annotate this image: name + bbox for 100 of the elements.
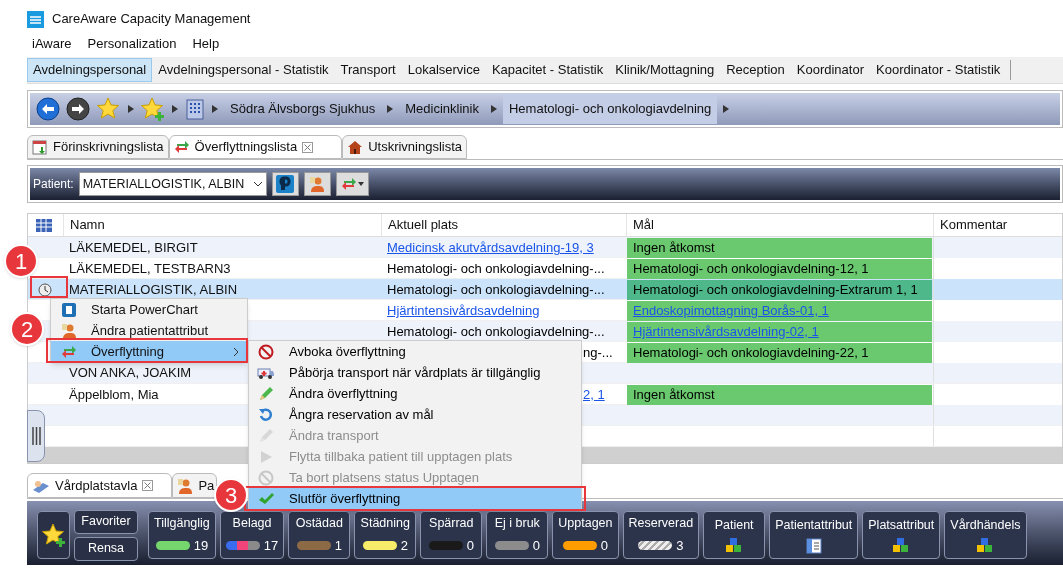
cubes-icon[interactable] bbox=[892, 537, 911, 554]
status-tile[interactable]: Spärrad 0 bbox=[420, 511, 483, 559]
status-pill bbox=[638, 541, 673, 551]
view-tab[interactable]: Överflyttningslista bbox=[168, 135, 343, 159]
close-icon[interactable] bbox=[302, 141, 314, 153]
tile-label: Upptagen bbox=[558, 515, 613, 533]
perspective-tab[interactable]: Kapacitet - Statistik bbox=[485, 58, 610, 82]
pencil-icon bbox=[258, 427, 274, 444]
caret-icon bbox=[490, 105, 497, 113]
cubes-icon[interactable] bbox=[725, 537, 744, 554]
location-text-link[interactable]: Medicinsk akutvårdsavdelning-19, 3 bbox=[387, 238, 594, 258]
star-add-icon[interactable] bbox=[40, 522, 67, 548]
board-button[interactable]: Rensa bbox=[74, 536, 138, 561]
perspective-tab[interactable]: Transport bbox=[334, 58, 402, 82]
status-tile[interactable]: Patientattribut bbox=[769, 511, 859, 559]
status-pill bbox=[225, 541, 260, 551]
comment-cell[interactable] bbox=[933, 237, 1062, 259]
menu-item[interactable]: Help bbox=[192, 34, 220, 54]
menu-item[interactable]: Starta PowerChart bbox=[51, 299, 247, 320]
clock-icon[interactable] bbox=[38, 282, 52, 297]
location-text-link[interactable]: Hjärtintensivårdsavdelning bbox=[387, 301, 540, 321]
comment-cell[interactable] bbox=[933, 300, 1062, 322]
caret-icon bbox=[387, 105, 394, 113]
tile-count: 1 bbox=[334, 537, 342, 556]
column-header[interactable]: Aktuell plats bbox=[381, 214, 626, 236]
app-logo-icon bbox=[27, 10, 44, 28]
forward-icon[interactable] bbox=[66, 97, 90, 121]
status-tile[interactable]: Städning 2 bbox=[354, 511, 417, 559]
arrows-icon bbox=[61, 343, 77, 360]
patient-label: Patient: bbox=[33, 176, 74, 193]
column-header[interactable]: Mål bbox=[626, 214, 933, 236]
play-icon bbox=[258, 448, 274, 465]
comment-cell[interactable] bbox=[933, 342, 1062, 364]
status-tile[interactable]: Platsattribut bbox=[862, 511, 941, 559]
comment-cell[interactable] bbox=[933, 321, 1062, 343]
status-tile[interactable]: Belagd 17 bbox=[219, 511, 285, 559]
menu-item[interactable]: Ändra överflyttning bbox=[249, 383, 581, 404]
breadcrumb-item[interactable]: Södra Älvsborgs Sjukhus bbox=[224, 94, 382, 124]
highlight-frame bbox=[30, 276, 68, 298]
comment-cell[interactable] bbox=[933, 384, 1062, 406]
view-tab[interactable]: Förinskrivningslista bbox=[27, 135, 169, 159]
star-add-icon[interactable] bbox=[140, 96, 166, 122]
comment-cell[interactable] bbox=[933, 405, 1062, 425]
cubes-icon[interactable] bbox=[976, 537, 995, 554]
star-icon[interactable] bbox=[96, 96, 122, 122]
status-tile[interactable]: Ej i bruk 0 bbox=[486, 511, 549, 559]
comment-cell[interactable] bbox=[933, 279, 1062, 301]
p-app-button[interactable] bbox=[271, 172, 299, 196]
close-icon[interactable] bbox=[142, 480, 154, 491]
status-tile[interactable]: Patient bbox=[703, 511, 766, 559]
person-icon bbox=[177, 477, 194, 494]
comment-cell[interactable] bbox=[933, 258, 1062, 280]
location-text: Hematologi- och onkologiavdelning-... bbox=[387, 323, 605, 341]
tile-label: Tillgänglig bbox=[154, 515, 210, 533]
menu-item[interactable]: Ändra patientattribut bbox=[51, 320, 247, 341]
tile-label: Ej i bruk bbox=[494, 515, 540, 533]
perspective-tab[interactable]: Avdelningspersonal - Statistik bbox=[152, 58, 335, 82]
list-icon[interactable] bbox=[805, 537, 822, 554]
location-text-link[interactable]: 2, 1 bbox=[583, 385, 605, 405]
menu-item[interactable]: Slutför överflyttning bbox=[249, 488, 581, 509]
arrows-icon bbox=[173, 139, 190, 155]
perspective-tab[interactable]: Lokalservice bbox=[401, 58, 486, 82]
breadcrumb-item[interactable]: Medicinklinik bbox=[399, 94, 485, 124]
menu-item[interactable]: Överflyttning bbox=[51, 341, 247, 362]
perspective-tab[interactable]: Avdelningspersonal bbox=[27, 58, 153, 82]
menu-item[interactable]: Personalization bbox=[87, 34, 177, 54]
menu-item[interactable]: Påbörja transport när vårdplats är tillgänglig bbox=[249, 362, 581, 383]
breadcrumb-item[interactable]: Hematologi- och onkologiavdelning bbox=[502, 94, 718, 124]
transfer-menu-button[interactable] bbox=[335, 172, 369, 196]
perspective-tab[interactable]: Koordinator bbox=[790, 58, 870, 82]
view-tab[interactable]: Utskrivningslista bbox=[342, 135, 468, 159]
building-icon[interactable] bbox=[184, 98, 206, 120]
menu-item[interactable]: Avboka överflyttning bbox=[249, 341, 581, 362]
view-tab[interactable]: Pa bbox=[172, 473, 218, 498]
column-header[interactable]: Kommentar bbox=[933, 214, 1062, 236]
status-tile[interactable]: Ostädad 1 bbox=[288, 511, 351, 559]
status-tile[interactable]: Upptagen 0 bbox=[552, 511, 619, 559]
caret-icon bbox=[723, 105, 730, 113]
back-icon[interactable] bbox=[36, 97, 60, 121]
grid-icon[interactable] bbox=[36, 218, 52, 232]
patient-dropdown[interactable]: MATERIALLOGISTIK, ALBIN bbox=[78, 172, 267, 196]
view-tab[interactable]: Vårdplatstavla bbox=[27, 473, 173, 498]
person-icon bbox=[61, 322, 77, 339]
perspective-tab[interactable]: Reception bbox=[720, 58, 791, 82]
patient-name: VON ANKA, JOAKIM bbox=[69, 364, 192, 383]
column-header[interactable]: Namn bbox=[63, 214, 381, 236]
status-tile[interactable]: Tillgänglig 19 bbox=[148, 511, 216, 559]
tile-count: 3 bbox=[676, 537, 684, 556]
board-button[interactable]: Favoriter bbox=[74, 509, 138, 534]
add-favorite-button[interactable] bbox=[37, 511, 70, 559]
menu-item[interactable]: iAware bbox=[32, 34, 72, 54]
house-icon bbox=[347, 139, 364, 155]
comment-cell[interactable] bbox=[933, 363, 1062, 383]
status-tile[interactable]: Vårdhändels bbox=[944, 511, 1027, 559]
perspective-tab[interactable]: Koordinator - Statistik bbox=[870, 58, 1007, 82]
person-button[interactable] bbox=[303, 172, 331, 196]
chevron-down-icon bbox=[252, 181, 263, 187]
side-handle[interactable] bbox=[27, 410, 45, 462]
status-tile[interactable]: Reserverad 3 bbox=[622, 511, 700, 559]
perspective-tab[interactable]: Klinik/Mottagning bbox=[609, 58, 721, 82]
